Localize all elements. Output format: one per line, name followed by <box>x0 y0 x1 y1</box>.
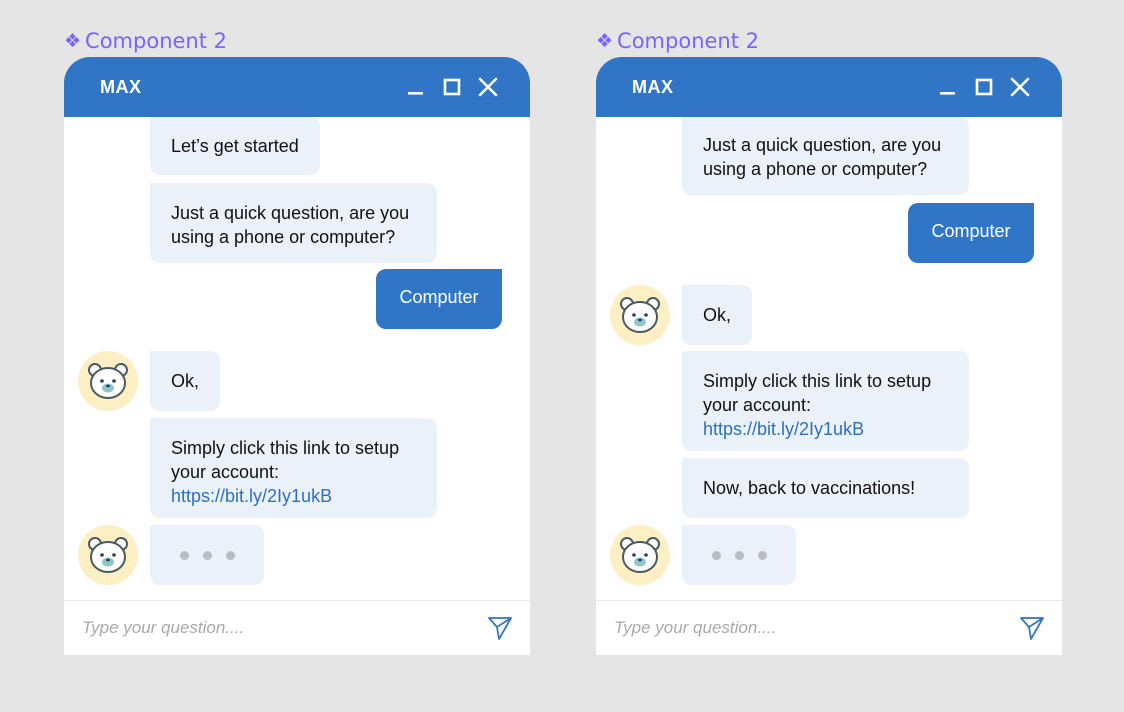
chat-messages: Let’s get started Just a quick question,… <box>64 117 530 601</box>
user-message-text: Computer <box>399 287 479 307</box>
chat-messages: Just a quick question, are you using a p… <box>596 117 1062 601</box>
chat-header: MAX <box>596 57 1062 117</box>
typing-dot <box>202 550 212 560</box>
input-bar <box>596 600 1062 655</box>
typing-dot <box>734 550 744 560</box>
send-icon <box>1020 617 1044 640</box>
bot-message-text: Simply click this link to setup your acc… <box>171 438 400 482</box>
chat-title: MAX <box>632 76 674 97</box>
send-icon <box>488 617 512 640</box>
send-button[interactable] <box>1018 614 1046 642</box>
close-button[interactable] <box>470 69 506 105</box>
maximize-icon <box>975 78 993 96</box>
chat-component-1: ❖ Component 2 MAX Let’s get started Just… <box>64 28 530 655</box>
question-input[interactable] <box>80 617 486 639</box>
bot-message-text: Now, back to vaccinations! <box>703 478 916 498</box>
user-message-text: Computer <box>931 221 1011 241</box>
bot-message-text: Just a quick question, are you using a p… <box>171 203 410 247</box>
close-icon <box>478 77 498 97</box>
component-label-text: Component 2 <box>85 29 228 53</box>
close-icon <box>1010 77 1030 97</box>
bot-message-text: Ok, <box>171 371 200 391</box>
input-bar <box>64 600 530 655</box>
polar-bear-avatar-icon <box>620 537 660 573</box>
bot-message: Simply click this link to setup your acc… <box>682 351 969 451</box>
bot-message: Ok, <box>150 351 221 411</box>
bot-avatar <box>610 525 670 585</box>
component-label-text: Component 2 <box>617 29 760 53</box>
chat-component-2: ❖ Component 2 MAX Just a quick question,… <box>596 28 1062 655</box>
user-reply-message: Computer <box>376 269 502 329</box>
minimize-button[interactable] <box>930 69 966 105</box>
send-button[interactable] <box>486 614 514 642</box>
bot-message: Now, back to vaccinations! <box>682 458 969 518</box>
component-label: ❖ Component 2 <box>64 28 530 54</box>
typing-dot <box>757 550 767 560</box>
typing-indicator <box>682 525 796 585</box>
bot-message-text: Let’s get started <box>171 136 299 156</box>
chat-window: MAX Let’s get started Just a quick quest… <box>64 57 530 655</box>
bot-message: Just a quick question, are you using a p… <box>682 117 969 195</box>
user-reply-message: Computer <box>908 203 1034 263</box>
typing-dot <box>711 550 721 560</box>
bot-message-text: Just a quick question, are you using a p… <box>703 135 942 179</box>
setup-account-link[interactable]: https://bit.ly/2Iy1ukB <box>171 484 416 508</box>
component-label: ❖ Component 2 <box>596 28 1062 54</box>
bot-message-text: Simply click this link to setup your acc… <box>703 371 932 415</box>
component-icon: ❖ <box>64 30 82 52</box>
close-button[interactable] <box>1002 69 1038 105</box>
polar-bear-avatar-icon <box>88 537 128 573</box>
chat-header: MAX <box>64 57 530 117</box>
bot-message: Simply click this link to setup your acc… <box>150 418 437 518</box>
bot-message: Ok, <box>682 285 753 345</box>
bot-message: Let’s get started <box>150 117 320 175</box>
maximize-button[interactable] <box>434 69 470 105</box>
polar-bear-avatar-icon <box>620 297 660 333</box>
minimize-button[interactable] <box>398 69 434 105</box>
bot-message-text: Ok, <box>703 305 732 325</box>
bot-message: Just a quick question, are you using a p… <box>150 183 437 263</box>
bot-avatar <box>78 351 138 411</box>
setup-account-link[interactable]: https://bit.ly/2Iy1ukB <box>703 417 948 441</box>
minimize-icon <box>940 92 955 95</box>
maximize-icon <box>443 78 461 96</box>
typing-indicator <box>150 525 264 585</box>
minimize-icon <box>408 92 423 95</box>
bot-avatar <box>610 285 670 345</box>
chat-title: MAX <box>100 76 142 97</box>
typing-dot <box>225 550 235 560</box>
question-input[interactable] <box>612 617 1018 639</box>
maximize-button[interactable] <box>966 69 1002 105</box>
component-icon: ❖ <box>596 30 614 52</box>
chat-window: MAX Just a quick question, are you using… <box>596 57 1062 655</box>
polar-bear-avatar-icon <box>88 363 128 399</box>
bot-avatar <box>78 525 138 585</box>
typing-dot <box>179 550 189 560</box>
